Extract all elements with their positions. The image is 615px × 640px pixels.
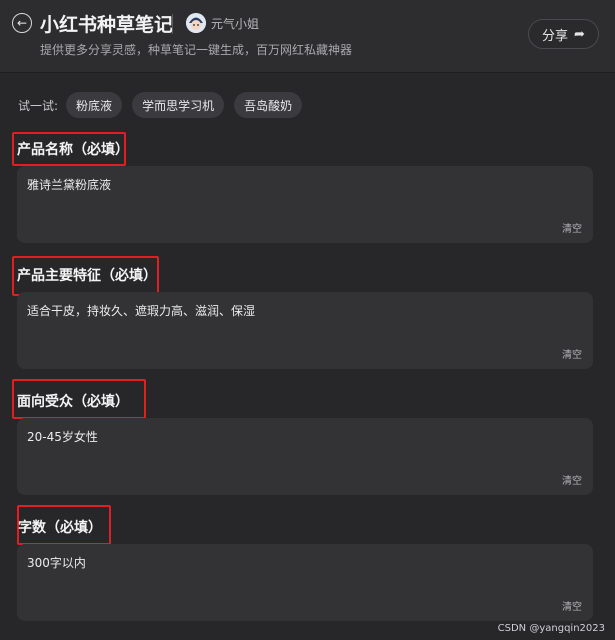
product-name-field[interactable]: 雅诗兰黛粉底液 清空 [17,166,593,243]
clear-button[interactable]: 清空 [562,472,582,487]
header-divider [172,14,173,34]
try-examples: 试一试: 粉底液 学而思学习机 吾岛酸奶 [18,92,312,118]
page-title: 小红书种草笔记 [40,14,174,36]
avatar-icon [186,13,206,33]
author-avatar[interactable] [186,13,206,33]
product-features-field[interactable]: 适合干皮，持妆久、遮瑕力高、滋润、保湿 清空 [17,292,593,369]
page-subtitle: 提供更多分享灵感，种草笔记一键生成，百万网红私藏神器 [40,43,353,57]
header-bar: ← 小红书种草笔记 元气小姐 提供更多分享灵感，种草笔记一键生成，百万网红私藏神… [0,0,615,73]
watermark: CSDN @yangqin2023 [497,623,605,634]
share-arrow-icon: ➦ [574,26,585,42]
word-count-field[interactable]: 300字以内 清空 [17,544,593,621]
field-label-product-name: 产品名称（必填） [17,142,129,158]
try-label: 试一试: [18,98,59,113]
field-label-audience: 面向受众（必填） [17,394,129,410]
back-icon[interactable]: ← [12,13,32,33]
share-button-label: 分享 [542,28,569,44]
example-chip[interactable]: 吾岛酸奶 [234,92,303,118]
field-label-word-count: 字数（必填） [18,520,102,536]
word-count-value[interactable]: 300字以内 [27,554,86,571]
audience-field[interactable]: 20-45岁女性 清空 [17,418,593,495]
clear-button[interactable]: 清空 [562,220,582,235]
clear-button[interactable]: 清空 [562,598,582,613]
audience-value[interactable]: 20-45岁女性 [27,428,98,445]
product-features-value[interactable]: 适合干皮，持妆久、遮瑕力高、滋润、保湿 [27,302,255,319]
field-label-product-features: 产品主要特征（必填） [17,268,157,284]
clear-button[interactable]: 清空 [562,346,582,361]
share-button[interactable]: 分享 ➦ [528,19,599,49]
example-chip[interactable]: 粉底液 [66,92,123,118]
example-chip[interactable]: 学而思学习机 [132,92,225,118]
product-name-value[interactable]: 雅诗兰黛粉底液 [27,176,111,193]
author-name[interactable]: 元气小姐 [211,15,259,32]
